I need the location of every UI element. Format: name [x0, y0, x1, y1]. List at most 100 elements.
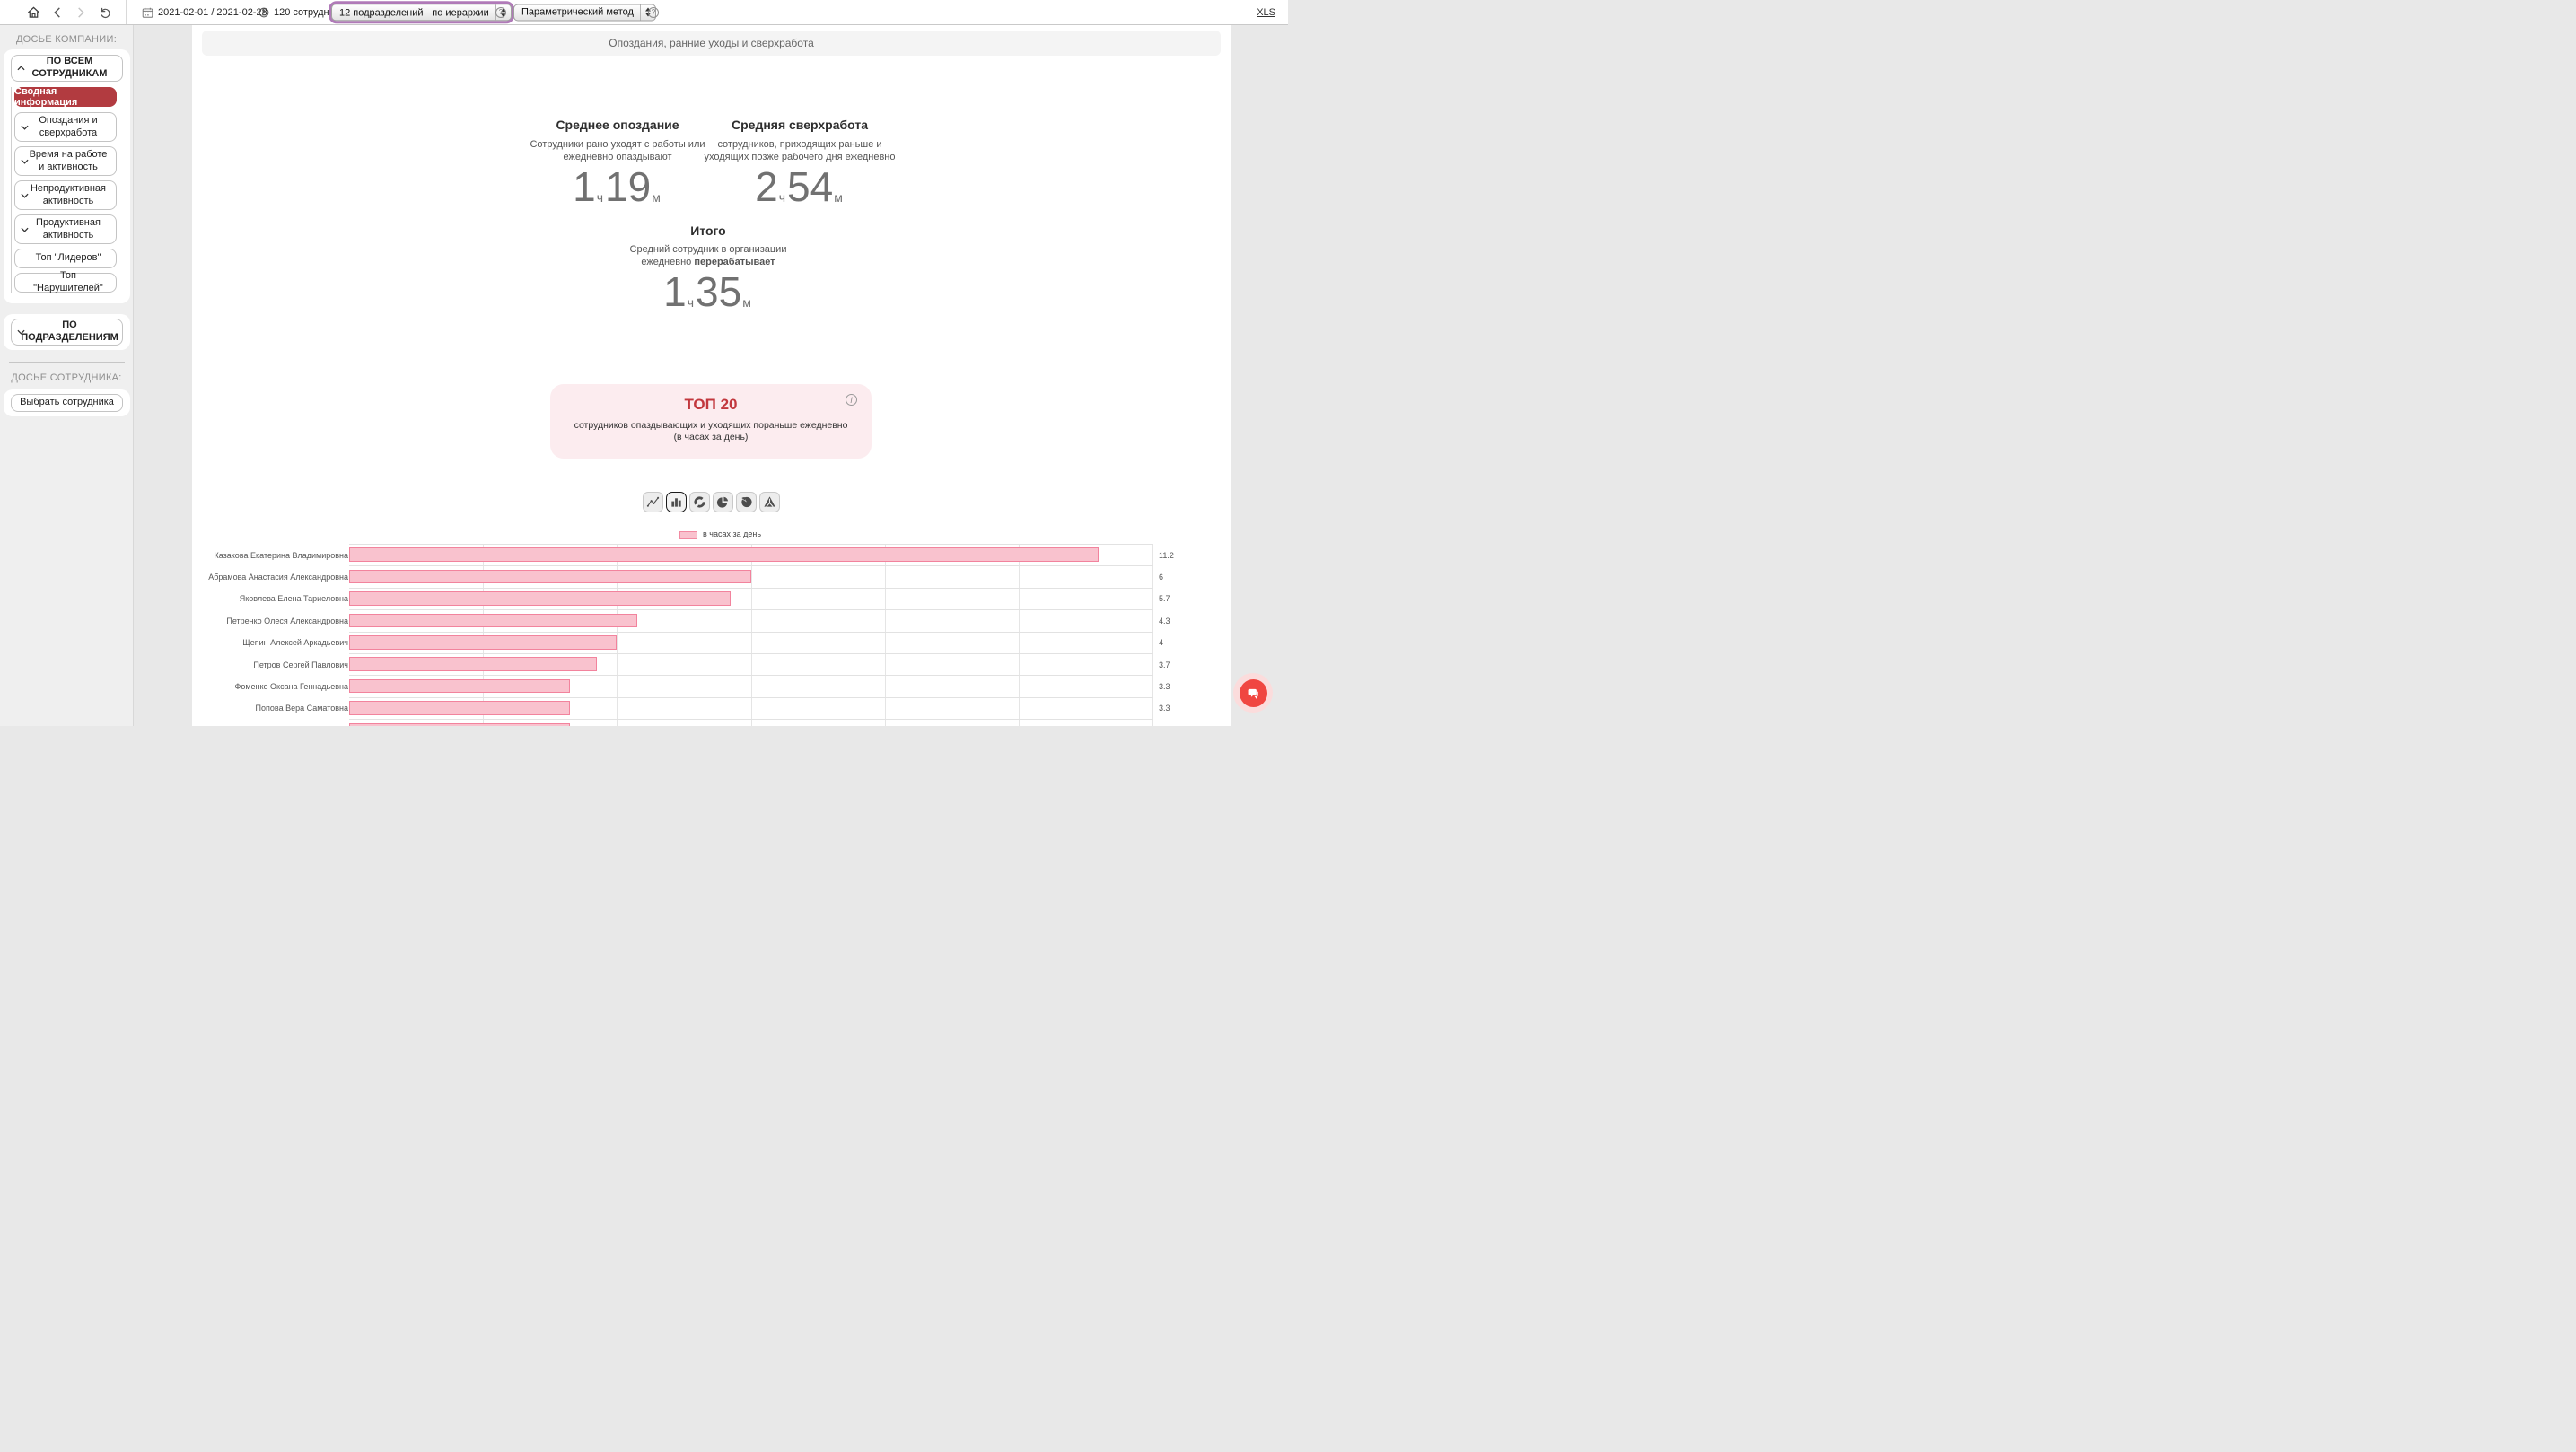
help-icon-departments[interactable]: ? — [495, 7, 506, 18]
row-separator — [349, 588, 1153, 589]
bar — [349, 547, 1099, 562]
chevron-down-icon — [21, 125, 29, 130]
line-chart-icon[interactable] — [643, 492, 663, 512]
bar — [349, 614, 637, 628]
select-employee-button[interactable]: Выбрать сотрудника — [11, 394, 123, 412]
row-value: 4 — [1159, 638, 1163, 647]
exploded-pie-chart-icon[interactable] — [736, 492, 757, 512]
person-icon — [258, 7, 269, 18]
row-separator — [349, 675, 1153, 676]
gridline — [1152, 544, 1153, 726]
departments-select-value: 12 подразделений - по иерархии — [339, 7, 489, 18]
pie-chart-icon[interactable] — [713, 492, 733, 512]
row-separator — [349, 544, 1153, 545]
row-separator — [349, 719, 1153, 720]
app-window: 2021-02-01 / 2021-02-28 120 сотрудников … — [0, 0, 1288, 726]
row-value: 4.3 — [1159, 617, 1170, 625]
page-title: Опоздания, ранние уходы и сверхработа — [202, 31, 1221, 56]
tree-indent-line — [11, 87, 12, 293]
chat-icon — [1240, 679, 1267, 707]
bar — [349, 679, 570, 694]
chevron-down-icon — [21, 227, 29, 232]
back-icon[interactable] — [52, 6, 63, 18]
company-dossier-label: ДОСЬЕ КОМПАНИИ: — [0, 34, 133, 45]
row-separator — [349, 609, 1153, 610]
bar — [349, 635, 617, 650]
pyramid-chart-icon[interactable] — [759, 492, 780, 512]
row-label: Казакова Екатерина Владимировна — [192, 551, 348, 560]
gridline — [1019, 544, 1020, 726]
toolbar: 2021-02-01 / 2021-02-28 120 сотрудников … — [0, 0, 1288, 25]
bar — [349, 591, 731, 606]
avg-overwork-title: Средняя сверхработа — [696, 118, 904, 132]
sidebar-divider — [9, 362, 125, 363]
bar-chart-icon[interactable] — [666, 492, 687, 512]
avg-lateness-subtitle: Сотрудники рано уходят с работы или — [513, 139, 722, 152]
row-label: Попова Вера Саматовна — [192, 704, 348, 713]
bar — [349, 701, 570, 715]
departments-select-highlight: 12 подразделений - по иерархии — [329, 1, 514, 24]
row-separator — [349, 632, 1153, 633]
sidebar-item-top-violators[interactable]: Топ "Нарушителей" — [14, 273, 117, 293]
avg-lateness-title: Среднее опоздание — [513, 118, 722, 132]
info-icon[interactable]: i — [846, 394, 857, 406]
export-xls-link[interactable]: XLS — [1257, 7, 1275, 18]
total-subtitle: Средний сотрудник в организации — [596, 244, 820, 257]
legend-swatch — [679, 531, 697, 539]
sidebar-item-unproductive[interactable]: Непродуктивная активность — [14, 180, 117, 210]
sidebar-item-worktime[interactable]: Время на работе и активность — [14, 146, 117, 176]
row-label: Петров Сергей Павлович — [192, 660, 348, 669]
avg-overwork-subtitle: сотрудников, приходящих раньше и — [696, 139, 904, 152]
row-value: 3.3 — [1159, 704, 1170, 713]
row-value: 3.7 — [1159, 660, 1170, 669]
forward-icon[interactable] — [75, 6, 86, 18]
row-value: 5.7 — [1159, 594, 1170, 603]
chevron-down-icon — [17, 329, 25, 335]
row-value: 6 — [1159, 573, 1163, 582]
chevron-down-icon — [21, 193, 29, 198]
calendar-icon — [142, 6, 153, 18]
date-range[interactable]: 2021-02-01 / 2021-02-28 — [158, 7, 267, 18]
avg-overwork-card: Средняя сверхработа сотрудников, приходя… — [696, 118, 904, 207]
chevron-up-icon — [17, 66, 25, 71]
bar — [349, 657, 597, 671]
row-separator — [349, 697, 1153, 698]
by-departments-panel: ПО ПОДРАЗДЕЛЕНИЯМ — [4, 314, 130, 350]
row-label: Щепин Алексей Аркадьевич — [192, 638, 348, 647]
gridline — [751, 544, 752, 726]
row-separator — [349, 565, 1153, 566]
total-title: Итого — [596, 223, 820, 238]
method-select-value: Параметрический метод — [521, 7, 634, 18]
total-value: 1 ч 35 м — [596, 271, 820, 312]
doughnut-chart-icon[interactable] — [689, 492, 710, 512]
chat-button[interactable] — [1233, 673, 1273, 713]
bar — [349, 570, 751, 584]
top20-title: ТОП 20 — [550, 396, 872, 414]
sidebar-item-lateness[interactable]: Опоздания и сверхработа — [14, 112, 117, 142]
departments-select[interactable]: 12 подразделений - по иерархии — [331, 4, 512, 21]
undo-icon[interactable] — [99, 6, 112, 19]
employee-dossier-label: ДОСЬЕ СОТРУДНИКА: — [0, 372, 133, 383]
row-separator — [349, 653, 1153, 654]
total-card: Итого Средний сотрудник в организации еж… — [596, 223, 820, 312]
sidebar: ДОСЬЕ КОМПАНИИ: ПО ВСЕМ СОТРУДНИКАМ Свод… — [0, 25, 134, 726]
row-label: Петренко Олеся Александровна — [192, 617, 348, 625]
sidebar-item-productive[interactable]: Продуктивная активность — [14, 214, 117, 244]
top20-subtitle: сотрудников опаздывающих и уходящих пора… — [550, 420, 872, 432]
legend-label: в часах за день — [703, 529, 761, 538]
sidebar-item-by-departments[interactable]: ПО ПОДРАЗДЕЛЕНИЯМ — [11, 319, 123, 346]
gridline — [885, 544, 886, 726]
avg-lateness-card: Среднее опоздание Сотрудники рано уходят… — [513, 118, 722, 207]
chevron-down-icon — [21, 159, 29, 164]
top20-banner: i ТОП 20 сотрудников опаздывающих и уход… — [550, 384, 872, 459]
home-icon[interactable] — [27, 5, 40, 19]
sidebar-item-all-employees[interactable]: ПО ВСЕМ СОТРУДНИКАМ — [11, 55, 123, 82]
help-icon-method[interactable]: ? — [648, 7, 659, 18]
method-select[interactable]: Параметрический метод — [513, 4, 656, 21]
row-label: Фоменко Оксана Геннадьевна — [192, 682, 348, 691]
row-value: 3.3 — [1159, 682, 1170, 691]
select-employee-panel: Выбрать сотрудника — [4, 389, 130, 416]
toolbar-divider — [126, 0, 127, 24]
sidebar-item-summary[interactable]: Сводная информация — [14, 87, 117, 107]
sidebar-item-top-leaders[interactable]: Топ "Лидеров" — [14, 249, 117, 268]
